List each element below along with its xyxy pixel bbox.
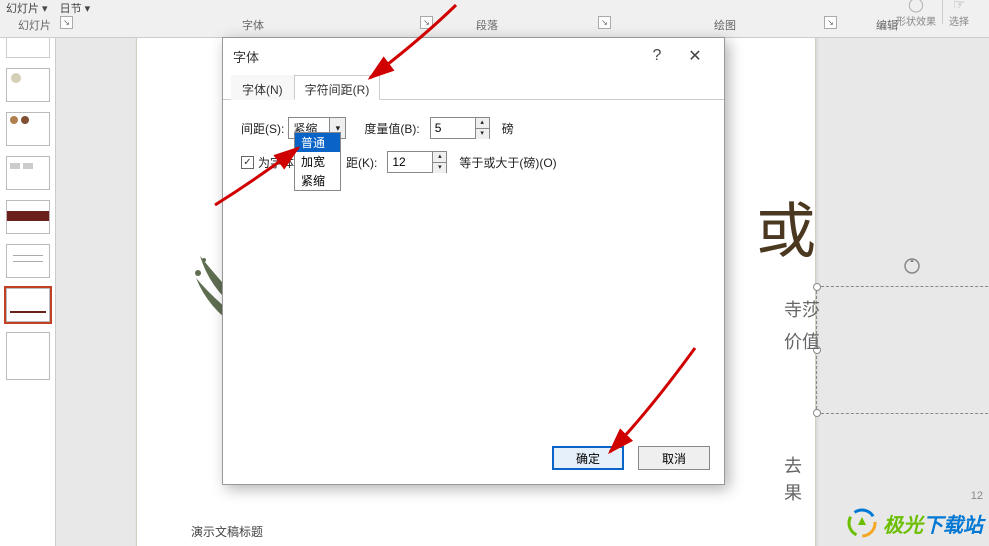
edit-group-label: 编辑 bbox=[876, 17, 898, 33]
dialog-close-button[interactable]: ✕ bbox=[676, 46, 714, 66]
measure-input[interactable] bbox=[430, 117, 476, 139]
tab-char-spacing[interactable]: 字符间距(R) bbox=[294, 75, 381, 100]
slide-thumbnail[interactable] bbox=[6, 244, 50, 278]
select-button[interactable]: ☞ 选择 bbox=[949, 0, 969, 28]
presentation-title-caption: 演示文稿标题 bbox=[191, 523, 263, 540]
section-dropdown[interactable]: 日节 ▾ bbox=[54, 0, 97, 17]
dialog-title: 字体 bbox=[233, 47, 638, 66]
draw-group-label: 绘图 bbox=[714, 17, 736, 33]
kerning-checkbox[interactable]: ✓ bbox=[241, 156, 254, 169]
dialog-titlebar[interactable]: 字体 ? ✕ bbox=[223, 38, 724, 74]
dropdown-option-expanded[interactable]: 加宽 bbox=[295, 152, 340, 171]
spacing-label: 间距(S): bbox=[241, 120, 284, 137]
kerning-input[interactable] bbox=[387, 151, 433, 173]
slide-thumbnail[interactable] bbox=[6, 156, 50, 190]
dropdown-option-normal[interactable]: 普通 bbox=[295, 133, 340, 152]
kerning-check-label: 为字体 bbox=[258, 154, 294, 171]
watermark-text: 极光下载站 bbox=[883, 509, 983, 538]
slide-bullet-text: 果 bbox=[784, 479, 802, 507]
paragraph-group-label: 段落 bbox=[476, 17, 498, 33]
measure-label: 度量值(B): bbox=[364, 120, 419, 137]
rotate-handle-icon[interactable] bbox=[903, 257, 921, 275]
spacing-dropdown-list[interactable]: 普通 加宽 紧缩 bbox=[294, 132, 341, 191]
slide-thumbnail[interactable] bbox=[6, 200, 50, 234]
cancel-button[interactable]: 取消 bbox=[638, 446, 710, 470]
measure-unit: 磅 bbox=[502, 120, 514, 137]
slide-thumbnail-selected[interactable] bbox=[6, 288, 50, 322]
slide-bullet-text: 去 bbox=[784, 452, 802, 480]
watermark-logo-icon bbox=[847, 508, 877, 538]
font-dialog: 字体 ? ✕ 字体(N) 字符间距(R) 间距(S): 紧缩▾ 度量值(B): … bbox=[222, 37, 725, 485]
slide-thumbnail[interactable] bbox=[6, 112, 50, 146]
dialog-help-button[interactable]: ? bbox=[638, 47, 676, 65]
slide-heading-char: 或 bbox=[756, 183, 816, 270]
text-placeholder-selection[interactable] bbox=[816, 286, 989, 414]
tab-font[interactable]: 字体(N) bbox=[231, 75, 294, 100]
slide-thumbnail-panel[interactable] bbox=[0, 38, 56, 546]
slide-thumbnail[interactable] bbox=[6, 332, 50, 380]
watermark: 极光下载站 bbox=[847, 508, 983, 538]
measure-spinner[interactable]: ▴▾ bbox=[476, 117, 490, 139]
kerning-spinner[interactable]: ▴▾ bbox=[433, 151, 447, 173]
font-group-label: 字体 bbox=[242, 17, 264, 33]
ribbon: 幻灯片 ▾ 日节 ▾ 幻灯片 ↘ 字体 ↘ 段落 ↘ 绘图 ↘ ◯ 形状效果 ☞… bbox=[0, 0, 989, 38]
slide-bullet-text: 寺莎 bbox=[784, 296, 820, 324]
paragraph-dialog-launcher[interactable]: ↘ bbox=[598, 16, 611, 29]
slide-thumbnail[interactable] bbox=[6, 68, 50, 102]
kerning-label: 距(K): bbox=[346, 154, 377, 171]
dialog-tab-strip: 字体(N) 字符间距(R) bbox=[223, 74, 724, 100]
slides-group-label: 幻灯片 bbox=[18, 17, 51, 33]
resize-handle[interactable] bbox=[813, 409, 821, 417]
slide-number: 12 bbox=[971, 490, 983, 502]
font-dialog-launcher[interactable]: ↘ bbox=[420, 16, 433, 29]
dropdown-option-condensed[interactable]: 紧缩 bbox=[295, 171, 340, 190]
kerning-tail-label: 等于或大于(磅)(O) bbox=[459, 154, 556, 171]
slide-bullet-text: 价值 bbox=[784, 328, 820, 356]
slides-dialog-launcher[interactable]: ↘ bbox=[60, 16, 73, 29]
shape-effect-button[interactable]: ◯ 形状效果 bbox=[896, 0, 936, 28]
ok-button[interactable]: 确定 bbox=[552, 446, 624, 470]
draw-dialog-launcher[interactable]: ↘ bbox=[824, 16, 837, 29]
slides-dropdown[interactable]: 幻灯片 ▾ bbox=[0, 0, 54, 17]
resize-handle[interactable] bbox=[813, 283, 821, 291]
